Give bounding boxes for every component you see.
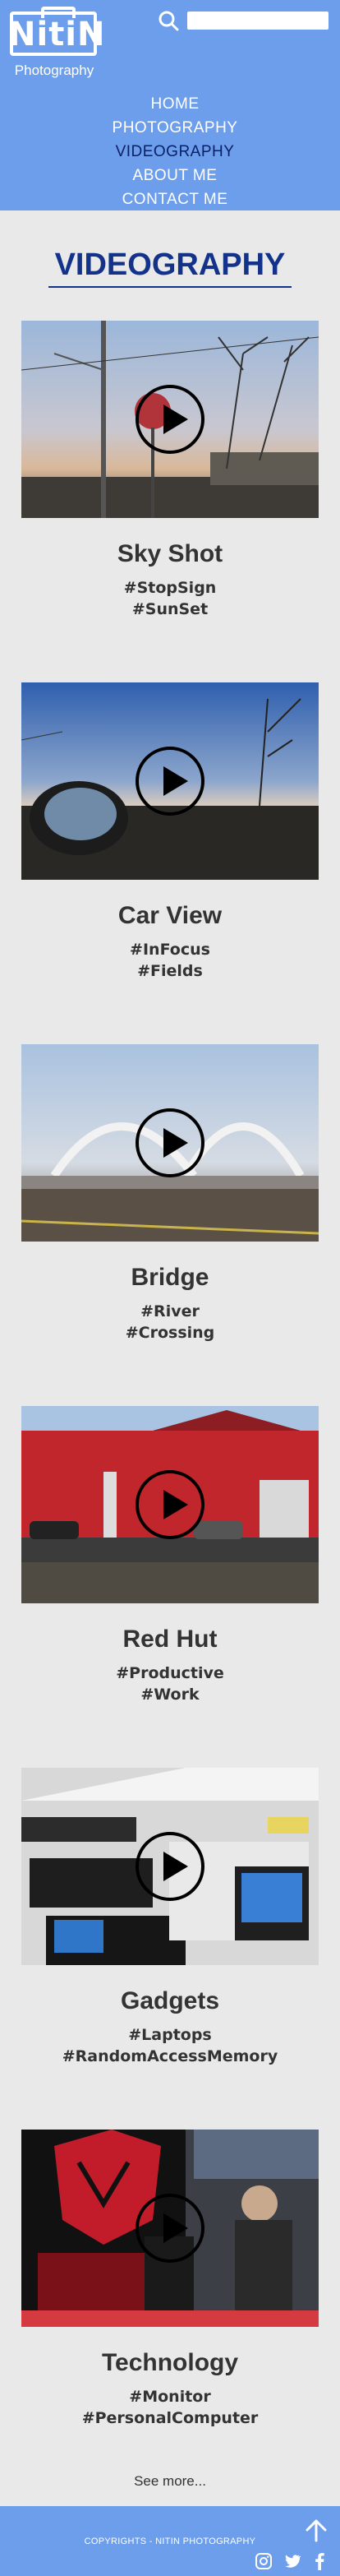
video-tags: #InFocus #Fields	[0, 939, 340, 982]
search-input[interactable]	[187, 12, 329, 30]
page-title: VIDEOGRAPHY	[54, 247, 286, 282]
play-icon[interactable]	[136, 1470, 204, 1539]
video-title: Gadgets	[120, 1987, 220, 2014]
video-player[interactable]	[21, 1406, 319, 1603]
video-player[interactable]	[21, 682, 319, 880]
video-player[interactable]	[21, 1768, 319, 1965]
video-card: Red Hut #Productive #Work	[0, 1406, 340, 1705]
nav-home[interactable]: HOME	[10, 92, 340, 116]
video-tags: #River #Crossing	[0, 1301, 340, 1343]
nav-videography[interactable]: VIDEOGRAPHY	[10, 140, 340, 164]
video-title: Red Hut	[122, 1626, 218, 1653]
main-nav: HOME PHOTOGRAPHY VIDEOGRAPHY ABOUT ME CO…	[0, 92, 340, 211]
tag[interactable]: #Work	[0, 1684, 340, 1705]
nav-photography[interactable]: PHOTOGRAPHY	[10, 116, 340, 140]
video-card: Sky Shot #StopSign #SunSet	[0, 321, 340, 620]
tag[interactable]: #Productive	[0, 1663, 340, 1684]
video-player[interactable]	[21, 1044, 319, 1242]
play-icon[interactable]	[136, 385, 204, 454]
tag[interactable]: #Fields	[0, 960, 340, 982]
tag[interactable]: #PersonalComputer	[0, 2407, 340, 2429]
video-card: Bridge #River #Crossing	[0, 1044, 340, 1343]
video-title: Bridge	[131, 1264, 209, 1291]
video-card: Technology #Monitor #PersonalComputer	[0, 2130, 340, 2429]
play-icon[interactable]	[136, 2194, 204, 2263]
brand-name: NitiN	[8, 16, 106, 53]
play-icon[interactable]	[136, 1108, 204, 1177]
site-footer: COPYRIGHTS - NITIN PHOTOGRAPHY	[0, 2506, 340, 2576]
video-title: Sky Shot	[117, 540, 223, 567]
tag[interactable]: #Monitor	[0, 2386, 340, 2407]
tag[interactable]: #Crossing	[0, 1322, 340, 1343]
tag[interactable]: #InFocus	[0, 939, 340, 960]
nav-about-me[interactable]: ABOUT ME	[10, 164, 340, 187]
video-tags: #StopSign #SunSet	[0, 577, 340, 620]
video-card: Gadgets #Laptops #RandomAccessMemory	[0, 1768, 340, 2067]
site-header: NitiN Photography HOME PHOTOGRAPHY VIDEO…	[0, 0, 340, 210]
nav-contact-me[interactable]: CONTACT ME	[10, 187, 340, 211]
instagram-icon[interactable]	[255, 2552, 273, 2570]
twitter-icon[interactable]	[283, 2552, 301, 2570]
video-tags: #Productive #Work	[0, 1663, 340, 1705]
video-tags: #Monitor #PersonalComputer	[0, 2386, 340, 2429]
facebook-icon[interactable]	[310, 2552, 329, 2570]
tag[interactable]: #StopSign	[0, 577, 340, 599]
see-more-link[interactable]: See more...	[0, 2472, 340, 2491]
video-player[interactable]	[21, 321, 319, 518]
title-underline	[48, 286, 292, 288]
tag[interactable]: #RandomAccessMemory	[0, 2046, 340, 2067]
play-icon[interactable]	[136, 1832, 204, 1901]
social-links	[255, 2552, 329, 2570]
tag[interactable]: #SunSet	[0, 599, 340, 620]
logo[interactable]: NitiN Photography	[8, 7, 106, 78]
video-card: Car View #InFocus #Fields	[0, 682, 340, 982]
video-player[interactable]	[21, 2130, 319, 2327]
tag[interactable]: #River	[0, 1301, 340, 1322]
main-content: VIDEOGRAPHY Sky Shot #StopSign #SunSet C…	[0, 243, 340, 2491]
search-bar	[156, 8, 330, 33]
tag[interactable]: #Laptops	[0, 2024, 340, 2046]
play-icon[interactable]	[136, 747, 204, 816]
video-title: Technology	[101, 2349, 239, 2376]
video-tags: #Laptops #RandomAccessMemory	[0, 2024, 340, 2067]
video-title: Car View	[117, 902, 223, 929]
brand-tagline: Photography	[14, 62, 94, 78]
search-icon[interactable]	[158, 10, 179, 31]
copyright-text: COPYRIGHTS - NITIN PHOTOGRAPHY	[84, 2537, 256, 2546]
